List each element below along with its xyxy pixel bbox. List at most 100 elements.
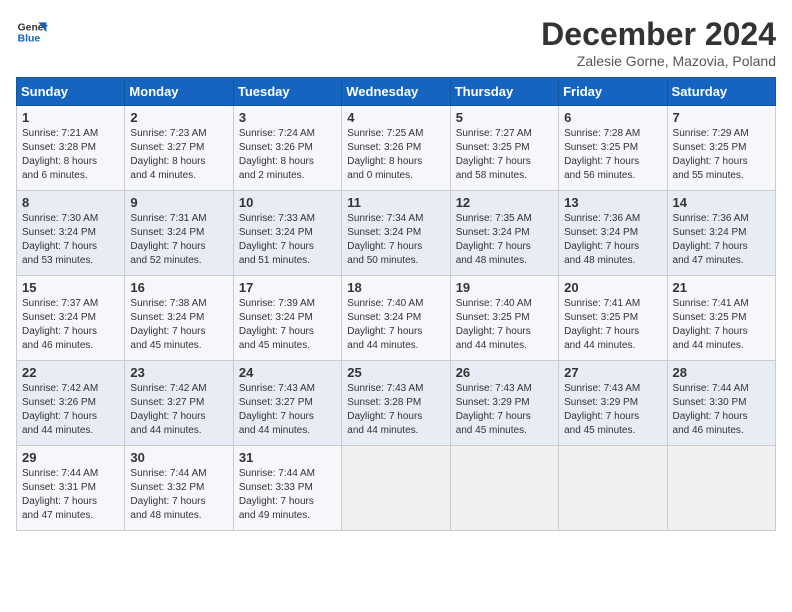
day-number: 6 xyxy=(564,110,661,125)
day-number: 31 xyxy=(239,450,336,465)
calendar-day-cell: 27Sunrise: 7:43 AM Sunset: 3:29 PM Dayli… xyxy=(559,361,667,446)
day-number: 12 xyxy=(456,195,553,210)
day-number: 15 xyxy=(22,280,119,295)
day-number: 30 xyxy=(130,450,227,465)
day-info: Sunrise: 7:30 AM Sunset: 3:24 PM Dayligh… xyxy=(22,212,119,268)
calendar-day-cell: 1Sunrise: 7:21 AM Sunset: 3:28 PM Daylig… xyxy=(17,106,125,191)
day-info: Sunrise: 7:31 AM Sunset: 3:24 PM Dayligh… xyxy=(130,212,227,268)
calendar-day-cell: 8 Sunrise: 7:30 AM Sunset: 3:24 PM Daylig… xyxy=(17,191,125,276)
day-number: 27 xyxy=(564,365,661,380)
day-number: 16 xyxy=(130,280,227,295)
day-info: Sunrise: 7:37 AM Sunset: 3:24 PM Dayligh… xyxy=(22,297,119,353)
day-info: Sunrise: 7:33 AM Sunset: 3:24 PM Dayligh… xyxy=(239,212,336,268)
day-info: Sunrise: 7:42 AM Sunset: 3:26 PM Dayligh… xyxy=(22,382,119,438)
day-info: Sunrise: 7:44 AM Sunset: 3:30 PM Dayligh… xyxy=(673,382,770,438)
day-header: Sunday xyxy=(17,78,125,106)
calendar-day-cell: 25 Sunrise: 7:43 AM Sunset: 3:28 PM Dayli… xyxy=(342,361,450,446)
title-block: December 2024 Zalesie Gorne, Mazovia, Po… xyxy=(541,16,776,69)
day-header: Monday xyxy=(125,78,233,106)
calendar-week-row: 8 Sunrise: 7:30 AM Sunset: 3:24 PM Daylig… xyxy=(17,191,776,276)
day-number: 22 xyxy=(22,365,119,380)
day-number: 3 xyxy=(239,110,336,125)
day-number: 8 xyxy=(22,195,119,210)
day-number: 11 xyxy=(347,195,444,210)
day-number: 21 xyxy=(673,280,770,295)
calendar-week-row: 1Sunrise: 7:21 AM Sunset: 3:28 PM Daylig… xyxy=(17,106,776,191)
calendar-header-row: SundayMondayTuesdayWednesdayThursdayFrid… xyxy=(17,78,776,106)
day-info: Sunrise: 7:41 AM Sunset: 3:25 PM Dayligh… xyxy=(564,297,661,353)
day-number: 29 xyxy=(22,450,119,465)
calendar-day-cell: 19 Sunrise: 7:40 AM Sunset: 3:25 PM Dayli… xyxy=(450,276,558,361)
day-number: 19 xyxy=(456,280,553,295)
day-number: 17 xyxy=(239,280,336,295)
day-number: 9 xyxy=(130,195,227,210)
month-title: December 2024 xyxy=(541,16,776,53)
day-info: Sunrise: 7:43 AM Sunset: 3:27 PM Dayligh… xyxy=(239,382,336,438)
day-number: 13 xyxy=(564,195,661,210)
calendar-day-cell: 13 Sunrise: 7:36 AM Sunset: 3:24 PM Dayli… xyxy=(559,191,667,276)
day-number: 10 xyxy=(239,195,336,210)
day-number: 2 xyxy=(130,110,227,125)
calendar-day-cell: 18 Sunrise: 7:40 AM Sunset: 3:24 PM Dayli… xyxy=(342,276,450,361)
day-info: Sunrise: 7:39 AM Sunset: 3:24 PM Dayligh… xyxy=(239,297,336,353)
calendar-day-cell: 11 Sunrise: 7:34 AM Sunset: 3:24 PM Dayli… xyxy=(342,191,450,276)
day-info: Sunrise: 7:40 AM Sunset: 3:25 PM Dayligh… xyxy=(456,297,553,353)
day-info: Sunrise: 7:44 AM Sunset: 3:31 PM Dayligh… xyxy=(22,467,119,523)
calendar-day-cell: 26Sunrise: 7:43 AM Sunset: 3:29 PM Dayli… xyxy=(450,361,558,446)
calendar-day-cell: 15 Sunrise: 7:37 AM Sunset: 3:24 PM Dayli… xyxy=(17,276,125,361)
day-info: Sunrise: 7:42 AM Sunset: 3:27 PM Dayligh… xyxy=(130,382,227,438)
calendar-day-cell: 10 Sunrise: 7:33 AM Sunset: 3:24 PM Dayli… xyxy=(233,191,341,276)
day-info: Sunrise: 7:24 AM Sunset: 3:26 PM Dayligh… xyxy=(239,127,336,183)
calendar-day-cell xyxy=(450,446,558,531)
calendar-day-cell xyxy=(342,446,450,531)
day-number: 5 xyxy=(456,110,553,125)
day-header: Friday xyxy=(559,78,667,106)
day-info: Sunrise: 7:43 AM Sunset: 3:28 PM Dayligh… xyxy=(347,382,444,438)
day-info: Sunrise: 7:36 AM Sunset: 3:24 PM Dayligh… xyxy=(673,212,770,268)
calendar-day-cell: 22 Sunrise: 7:42 AM Sunset: 3:26 PM Dayli… xyxy=(17,361,125,446)
calendar-day-cell: 23 Sunrise: 7:42 AM Sunset: 3:27 PM Dayli… xyxy=(125,361,233,446)
day-info: Sunrise: 7:35 AM Sunset: 3:24 PM Dayligh… xyxy=(456,212,553,268)
calendar-day-cell: 7 Sunrise: 7:29 AM Sunset: 3:25 PM Daylig… xyxy=(667,106,775,191)
calendar-week-row: 15 Sunrise: 7:37 AM Sunset: 3:24 PM Dayli… xyxy=(17,276,776,361)
day-header: Wednesday xyxy=(342,78,450,106)
day-number: 20 xyxy=(564,280,661,295)
day-number: 1 xyxy=(22,110,119,125)
calendar-week-row: 22 Sunrise: 7:42 AM Sunset: 3:26 PM Dayli… xyxy=(17,361,776,446)
day-info: Sunrise: 7:34 AM Sunset: 3:24 PM Dayligh… xyxy=(347,212,444,268)
calendar-table: SundayMondayTuesdayWednesdayThursdayFrid… xyxy=(16,77,776,531)
calendar-day-cell: 17 Sunrise: 7:39 AM Sunset: 3:24 PM Dayli… xyxy=(233,276,341,361)
day-info: Sunrise: 7:41 AM Sunset: 3:25 PM Dayligh… xyxy=(673,297,770,353)
calendar-day-cell: 5 Sunrise: 7:27 AM Sunset: 3:25 PM Daylig… xyxy=(450,106,558,191)
day-info: Sunrise: 7:43 AM Sunset: 3:29 PM Dayligh… xyxy=(456,382,553,438)
day-number: 23 xyxy=(130,365,227,380)
logo-icon: General Blue xyxy=(16,16,48,48)
day-info: Sunrise: 7:25 AM Sunset: 3:26 PM Dayligh… xyxy=(347,127,444,183)
day-number: 18 xyxy=(347,280,444,295)
day-number: 4 xyxy=(347,110,444,125)
calendar-day-cell: 20 Sunrise: 7:41 AM Sunset: 3:25 PM Dayli… xyxy=(559,276,667,361)
calendar-week-row: 29 Sunrise: 7:44 AM Sunset: 3:31 PM Dayli… xyxy=(17,446,776,531)
calendar-day-cell: 6 Sunrise: 7:28 AM Sunset: 3:25 PM Daylig… xyxy=(559,106,667,191)
calendar-day-cell: 30 Sunrise: 7:44 AM Sunset: 3:32 PM Dayli… xyxy=(125,446,233,531)
day-number: 7 xyxy=(673,110,770,125)
day-number: 14 xyxy=(673,195,770,210)
day-info: Sunrise: 7:36 AM Sunset: 3:24 PM Dayligh… xyxy=(564,212,661,268)
svg-text:Blue: Blue xyxy=(18,34,41,45)
calendar-day-cell: 16Sunrise: 7:38 AM Sunset: 3:24 PM Dayli… xyxy=(125,276,233,361)
day-number: 25 xyxy=(347,365,444,380)
calendar-day-cell: 3 Sunrise: 7:24 AM Sunset: 3:26 PM Daylig… xyxy=(233,106,341,191)
day-info: Sunrise: 7:40 AM Sunset: 3:24 PM Dayligh… xyxy=(347,297,444,353)
logo: General Blue xyxy=(16,16,48,48)
day-info: Sunrise: 7:27 AM Sunset: 3:25 PM Dayligh… xyxy=(456,127,553,183)
calendar-day-cell: 28Sunrise: 7:44 AM Sunset: 3:30 PM Dayli… xyxy=(667,361,775,446)
location-subtitle: Zalesie Gorne, Mazovia, Poland xyxy=(541,53,776,69)
calendar-day-cell: 21 Sunrise: 7:41 AM Sunset: 3:25 PM Dayli… xyxy=(667,276,775,361)
day-info: Sunrise: 7:29 AM Sunset: 3:25 PM Dayligh… xyxy=(673,127,770,183)
day-number: 24 xyxy=(239,365,336,380)
day-header: Tuesday xyxy=(233,78,341,106)
page-header: General Blue December 2024 Zalesie Gorne… xyxy=(16,16,776,69)
day-info: Sunrise: 7:28 AM Sunset: 3:25 PM Dayligh… xyxy=(564,127,661,183)
calendar-day-cell: 31Sunrise: 7:44 AM Sunset: 3:33 PM Dayli… xyxy=(233,446,341,531)
day-info: Sunrise: 7:44 AM Sunset: 3:32 PM Dayligh… xyxy=(130,467,227,523)
